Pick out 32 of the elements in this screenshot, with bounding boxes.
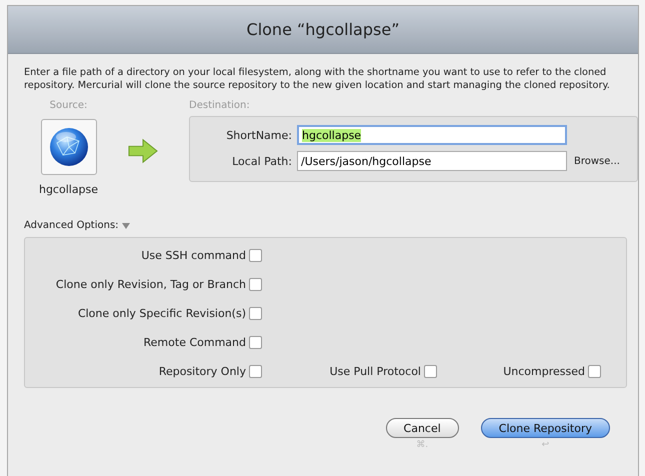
clone-repository-button[interactable]: Clone Repository [480,418,610,438]
browse-button[interactable]: Browse... [574,156,620,166]
checkbox[interactable] [249,249,262,262]
checkbox[interactable] [249,336,262,349]
checkbox[interactable] [249,307,262,320]
field-label: ShortName: [225,128,293,142]
checkbox[interactable] [249,278,262,291]
local-path-field[interactable]: /Users/jason/hgcollapse [297,151,567,171]
source-name: hgcollapse [38,183,98,196]
option-label: Clone only Revision, Tag or Branch [56,278,246,291]
destination-label: Destination: [189,100,251,111]
shortcut-hint: ⌘. [416,440,428,450]
option-label: Repository Only [158,365,246,378]
arrow-icon [128,138,158,164]
option-label: Remote Command [144,336,246,349]
description-text: Enter a file path of a directory on your local filesystem, along with the shortname you want to use to refer to the cloned repository. Mercurial will clone the source repository to the new given location and start managing the cloned repository. [24,66,611,92]
option-label: Use Pull Protocol [330,365,421,378]
option-label: Clone only Specific Revision(s) [78,307,246,320]
checkbox[interactable] [588,365,601,378]
window-title: Clone “hgcollapse” [246,20,400,39]
disclosure-triangle-icon[interactable] [122,222,130,228]
shortname-field[interactable]: hgcollapse [297,125,567,145]
option-label: Uncompressed [503,365,585,378]
field-label: Local Path: [231,154,293,168]
shortcut-hint: ↩ [542,440,550,450]
checkbox[interactable] [424,365,437,378]
advanced-options-label: Advanced Options: [24,220,119,231]
source-label: Source: [50,100,88,111]
checkbox[interactable] [249,365,262,378]
option-label: Use SSH command [141,249,246,262]
globe-icon [48,127,88,167]
cancel-button[interactable]: Cancel [386,418,459,438]
